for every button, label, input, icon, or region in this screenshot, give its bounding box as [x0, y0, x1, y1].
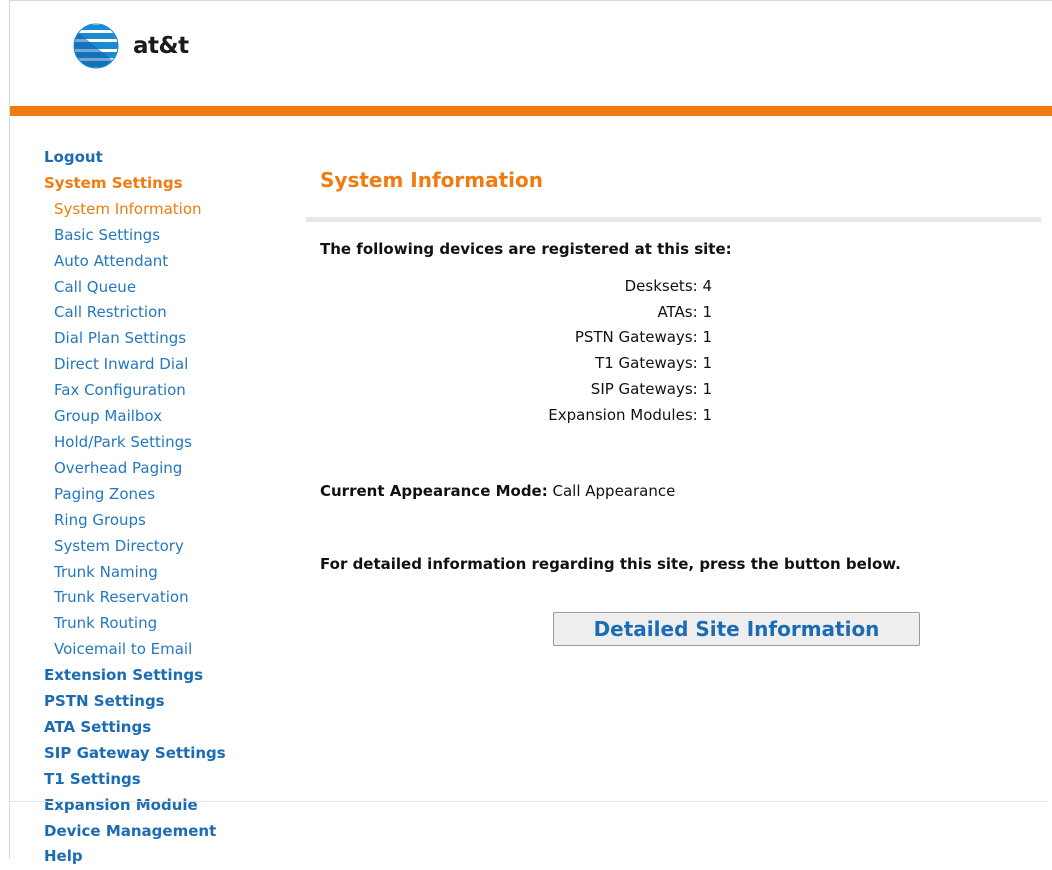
- sidebar-subitem-direct-inward-dial[interactable]: Direct Inward Dial: [44, 352, 294, 378]
- appearance-mode-value: Call Appearance: [547, 482, 676, 500]
- registered-devices-heading: The following devices are registered at …: [320, 240, 732, 258]
- sidebar-item-system-settings[interactable]: System Settings: [44, 171, 294, 197]
- page-title: System Information: [320, 168, 543, 192]
- sidebar-subitem-call-queue[interactable]: Call Queue: [44, 275, 294, 301]
- sidebar-subitem-system-information[interactable]: System Information: [44, 197, 294, 223]
- sidebar-item-t1-settings[interactable]: T1 Settings: [44, 767, 294, 793]
- sidebar-subitem-overhead-paging[interactable]: Overhead Paging: [44, 456, 294, 482]
- sidebar-item-pstn-settings[interactable]: PSTN Settings: [44, 689, 294, 715]
- device-count-t1-gateways: T1 Gateways: 1: [595, 354, 712, 373]
- sidebar-subitem-hold-park-settings[interactable]: Hold/Park Settings: [44, 430, 294, 456]
- title-divider: [306, 217, 1041, 222]
- sidebar-subitem-call-restriction[interactable]: Call Restriction: [44, 300, 294, 326]
- sidebar-subitem-dial-plan-settings[interactable]: Dial Plan Settings: [44, 326, 294, 352]
- sidebar-subitem-auto-attendant[interactable]: Auto Attendant: [44, 249, 294, 275]
- sidebar-item-sip-gateway-settings[interactable]: SIP Gateway Settings: [44, 741, 294, 767]
- sidebar-item-device-management[interactable]: Device Management: [44, 819, 294, 845]
- frame-left-border: [9, 0, 10, 859]
- sidebar-subitem-trunk-reservation[interactable]: Trunk Reservation: [44, 585, 294, 611]
- logo-wordmark: at&t: [133, 33, 189, 59]
- header-accent-bar: [10, 106, 1052, 116]
- device-count-expansion-modules: Expansion Modules: 1: [548, 405, 712, 424]
- sidebar-divider: [10, 801, 306, 802]
- sidebar-subitem-trunk-naming[interactable]: Trunk Naming: [44, 560, 294, 586]
- att-globe-icon: [73, 23, 119, 69]
- device-count-sip-gateways: SIP Gateways: 1: [590, 379, 712, 398]
- sidebar-item-extension-settings[interactable]: Extension Settings: [44, 663, 294, 689]
- sidebar-item-logout[interactable]: Logout: [44, 145, 294, 171]
- sidebar-item-ata-settings[interactable]: ATA Settings: [44, 715, 294, 741]
- appearance-mode: Current Appearance Mode: Call Appearance: [320, 482, 675, 500]
- device-count-atas: ATAs: 1: [657, 302, 712, 321]
- sidebar-item-expansion-module[interactable]: Expansion Module: [44, 793, 294, 819]
- device-count-desksets: Desksets: 4: [624, 277, 712, 295]
- sidebar-subitem-basic-settings[interactable]: Basic Settings: [44, 223, 294, 249]
- sidebar-subitem-trunk-routing[interactable]: Trunk Routing: [44, 611, 294, 637]
- sidebar-subitem-paging-zones[interactable]: Paging Zones: [44, 482, 294, 508]
- sidebar-subitem-fax-configuration[interactable]: Fax Configuration: [44, 378, 294, 404]
- att-logo: at&t: [64, 22, 189, 70]
- sidebar-subitem-system-directory[interactable]: System Directory: [44, 534, 294, 560]
- frame-top-border: [9, 0, 1052, 1]
- sidebar-subitem-ring-groups[interactable]: Ring Groups: [44, 508, 294, 534]
- sidebar-subitem-group-mailbox[interactable]: Group Mailbox: [44, 404, 294, 430]
- sidebar-nav: Logout System Settings System Informatio…: [44, 145, 294, 870]
- detail-info-hint: For detailed information regarding this …: [320, 555, 901, 573]
- content-bottom-divider: [306, 801, 1048, 802]
- main-content: System Information The following devices…: [306, 160, 1048, 802]
- appearance-mode-label: Current Appearance Mode:: [320, 482, 548, 500]
- sidebar-subitem-voicemail-to-email[interactable]: Voicemail to Email: [44, 637, 294, 663]
- sidebar-item-help[interactable]: Help: [44, 844, 294, 870]
- device-count-list: Desksets: 4 ATAs: 1 PSTN Gateways: 1 T1 …: [320, 274, 712, 428]
- detailed-site-information-button[interactable]: Detailed Site Information: [553, 612, 920, 646]
- device-count-pstn-gateways: PSTN Gateways: 1: [574, 328, 712, 347]
